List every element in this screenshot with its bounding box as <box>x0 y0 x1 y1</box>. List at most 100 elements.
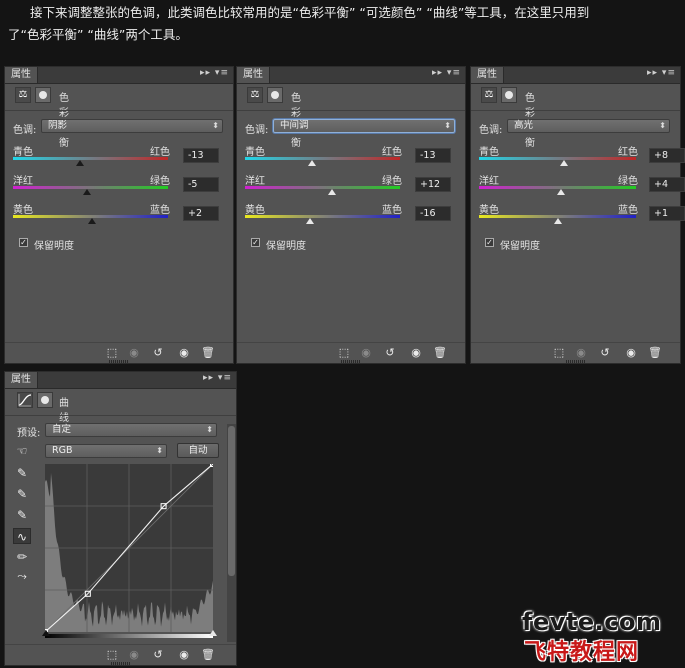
visibility-eye-icon[interactable]: ◉ <box>409 346 423 360</box>
magenta-green-slider-thumb[interactable] <box>556 189 565 195</box>
reset-icon[interactable]: ↺ <box>598 346 612 360</box>
smooth-curve-icon[interactable]: ⤳ <box>13 568 31 584</box>
tab-properties[interactable]: 属性 <box>237 67 270 83</box>
trash-icon[interactable]: 🗑 <box>648 346 662 360</box>
view-previous-state-icon[interactable]: ◉ <box>127 346 141 360</box>
clip-to-layer-icon[interactable]: ⬚ <box>552 346 566 360</box>
tab-properties[interactable]: 属性 <box>5 67 38 83</box>
magenta-green-value-input[interactable]: +4 <box>649 177 685 192</box>
trash-icon[interactable]: 🗑 <box>201 346 215 360</box>
view-previous-state-icon[interactable]: ◉ <box>127 648 141 662</box>
magenta-green-slider-thumb[interactable] <box>327 189 336 195</box>
color-balance-properties-panel: 属性 ▸▸ ▾≡ ⚖ 色彩平衡 色调: 中间调 ⬍ 青色 红色 -13 洋红 绿… <box>236 66 466 364</box>
green-label: 绿色 <box>382 176 402 187</box>
resize-grip[interactable] <box>110 662 131 665</box>
draw-pencil-icon[interactable]: ✏ <box>13 549 31 565</box>
tab-properties[interactable]: 属性 <box>5 372 38 388</box>
magenta-green-value-input[interactable]: -5 <box>183 177 219 192</box>
curves-icon <box>17 392 33 408</box>
trash-icon[interactable]: 🗑 <box>201 648 215 662</box>
panel-menu-icon[interactable]: ▸▸ ▾≡ <box>432 68 461 78</box>
cyan-red-slider-track[interactable] <box>13 157 168 160</box>
panel-menu-icon[interactable]: ▸▸ ▾≡ <box>647 68 676 78</box>
visibility-eye-icon[interactable]: ◉ <box>624 346 638 360</box>
blue-label: 蓝色 <box>618 205 638 216</box>
cyan-red-slider-track[interactable] <box>245 157 400 160</box>
color-balance-properties-panel: 属性 ▸▸ ▾≡ ⚖ 色彩平衡 色调: 高光 ⬍ 青色 红色 +8 洋红 绿色 … <box>470 66 685 364</box>
panel-bottom-bar: ⬚ ◉ ↺ ◉ 🗑 <box>5 342 233 363</box>
trash-icon[interactable]: 🗑 <box>433 346 447 360</box>
color-balance-properties-panel: 属性 ▸▸ ▾≡ ⚖ 色彩平衡 色调: 阴影 ⬍ 青色 红色 -13 洋红 绿色… <box>4 66 234 364</box>
cyan-red-value-input[interactable]: -13 <box>183 148 219 163</box>
edit-points-curve-icon[interactable]: ∿ <box>13 528 31 544</box>
magenta-green-slider-track[interactable] <box>245 186 400 189</box>
resize-grip[interactable] <box>109 360 129 363</box>
yellow-blue-slider-thumb[interactable] <box>88 218 97 224</box>
tone-select[interactable]: 中间调 ⬍ <box>273 119 455 133</box>
visibility-eye-icon[interactable]: ◉ <box>177 648 191 662</box>
panel-bottom-bar: ⬚ ◉ ↺ ◉ 🗑 <box>5 644 236 665</box>
panel-menu-icon[interactable]: ▸▸ ▾≡ <box>200 68 229 78</box>
preserve-luminosity-checkbox[interactable]: ✓ <box>251 238 260 247</box>
yellow-blue-slider-thumb[interactable] <box>554 218 563 224</box>
red-label: 红色 <box>618 147 638 158</box>
layer-mask-icon[interactable] <box>35 87 51 103</box>
clip-to-layer-icon[interactable]: ⬚ <box>105 346 119 360</box>
yellow-blue-value-input[interactable]: -16 <box>415 206 451 221</box>
tab-properties[interactable]: 属性 <box>471 67 504 83</box>
sample-gray-eyedropper-icon[interactable]: ✎ <box>13 486 31 502</box>
reset-icon[interactable]: ↺ <box>383 346 397 360</box>
resize-grip[interactable] <box>565 360 586 363</box>
layer-mask-icon[interactable] <box>501 87 517 103</box>
tone-select[interactable]: 阴影 ⬍ <box>41 119 223 133</box>
tone-select[interactable]: 高光 ⬍ <box>507 119 670 133</box>
sample-white-eyedropper-icon[interactable]: ✎ <box>13 507 31 523</box>
preset-select[interactable]: 自定 ⬍ <box>45 423 217 437</box>
clip-to-layer-icon[interactable]: ⬚ <box>337 346 351 360</box>
clip-to-layer-icon[interactable]: ⬚ <box>105 648 119 662</box>
yellow-blue-slider-thumb[interactable] <box>306 218 315 224</box>
chevron-down-icon: ⬍ <box>212 121 219 130</box>
intro-text: 接下来调整整张的色调，此类调色比较常用的是“色彩平衡” “可选颜色” “曲线”等… <box>8 2 678 46</box>
green-label: 绿色 <box>150 176 170 187</box>
balance-scale-icon: ⚖ <box>15 87 31 103</box>
preserve-luminosity-label: 保留明度 <box>500 241 540 252</box>
tone-label: 色调: <box>245 125 269 136</box>
layer-mask-icon[interactable] <box>267 87 283 103</box>
cyan-red-slider-track[interactable] <box>479 157 636 160</box>
chevron-down-icon: ⬍ <box>659 121 666 130</box>
panel-menu-icon[interactable]: ▸▸ ▾≡ <box>203 373 232 383</box>
reset-icon[interactable]: ↺ <box>151 648 165 662</box>
reset-icon[interactable]: ↺ <box>151 346 165 360</box>
panel-bottom-bar: ⬚ ◉ ↺ ◉ 🗑 <box>471 342 680 363</box>
yellow-blue-slider-track[interactable] <box>245 215 400 218</box>
layer-mask-icon[interactable] <box>37 392 53 408</box>
yellow-blue-value-input[interactable]: +2 <box>183 206 219 221</box>
view-previous-state-icon[interactable]: ◉ <box>574 346 588 360</box>
scrollbar[interactable] <box>227 424 236 642</box>
scrollbar-thumb[interactable] <box>228 426 235 576</box>
visibility-eye-icon[interactable]: ◉ <box>177 346 191 360</box>
red-label: 红色 <box>150 147 170 158</box>
auto-button[interactable]: 自动 <box>177 443 219 458</box>
cyan-red-slider-thumb[interactable] <box>76 160 85 166</box>
panel-title: 曲线 <box>59 398 69 424</box>
blue-label: 蓝色 <box>382 205 402 216</box>
cyan-red-slider-thumb[interactable] <box>559 160 568 166</box>
target-adjust-hand-icon[interactable]: ☜ <box>13 443 31 459</box>
magenta-green-slider-thumb[interactable] <box>82 189 91 195</box>
preserve-luminosity-checkbox[interactable]: ✓ <box>19 238 28 247</box>
preserve-luminosity-checkbox[interactable]: ✓ <box>485 238 494 247</box>
white-point-slider[interactable] <box>209 630 217 636</box>
view-previous-state-icon[interactable]: ◉ <box>359 346 373 360</box>
cyan-red-value-input[interactable]: -13 <box>415 148 451 163</box>
black-point-slider[interactable] <box>42 630 50 636</box>
cyan-red-slider-thumb[interactable] <box>308 160 317 166</box>
resize-grip[interactable] <box>341 360 361 363</box>
magenta-green-value-input[interactable]: +12 <box>415 177 451 192</box>
sample-black-eyedropper-icon[interactable]: ✎ <box>13 465 31 481</box>
yellow-blue-value-input[interactable]: +1 <box>649 206 685 221</box>
curves-graph[interactable] <box>45 464 213 632</box>
cyan-red-value-input[interactable]: +8 <box>649 148 685 163</box>
channel-select[interactable]: RGB ⬍ <box>45 444 167 458</box>
